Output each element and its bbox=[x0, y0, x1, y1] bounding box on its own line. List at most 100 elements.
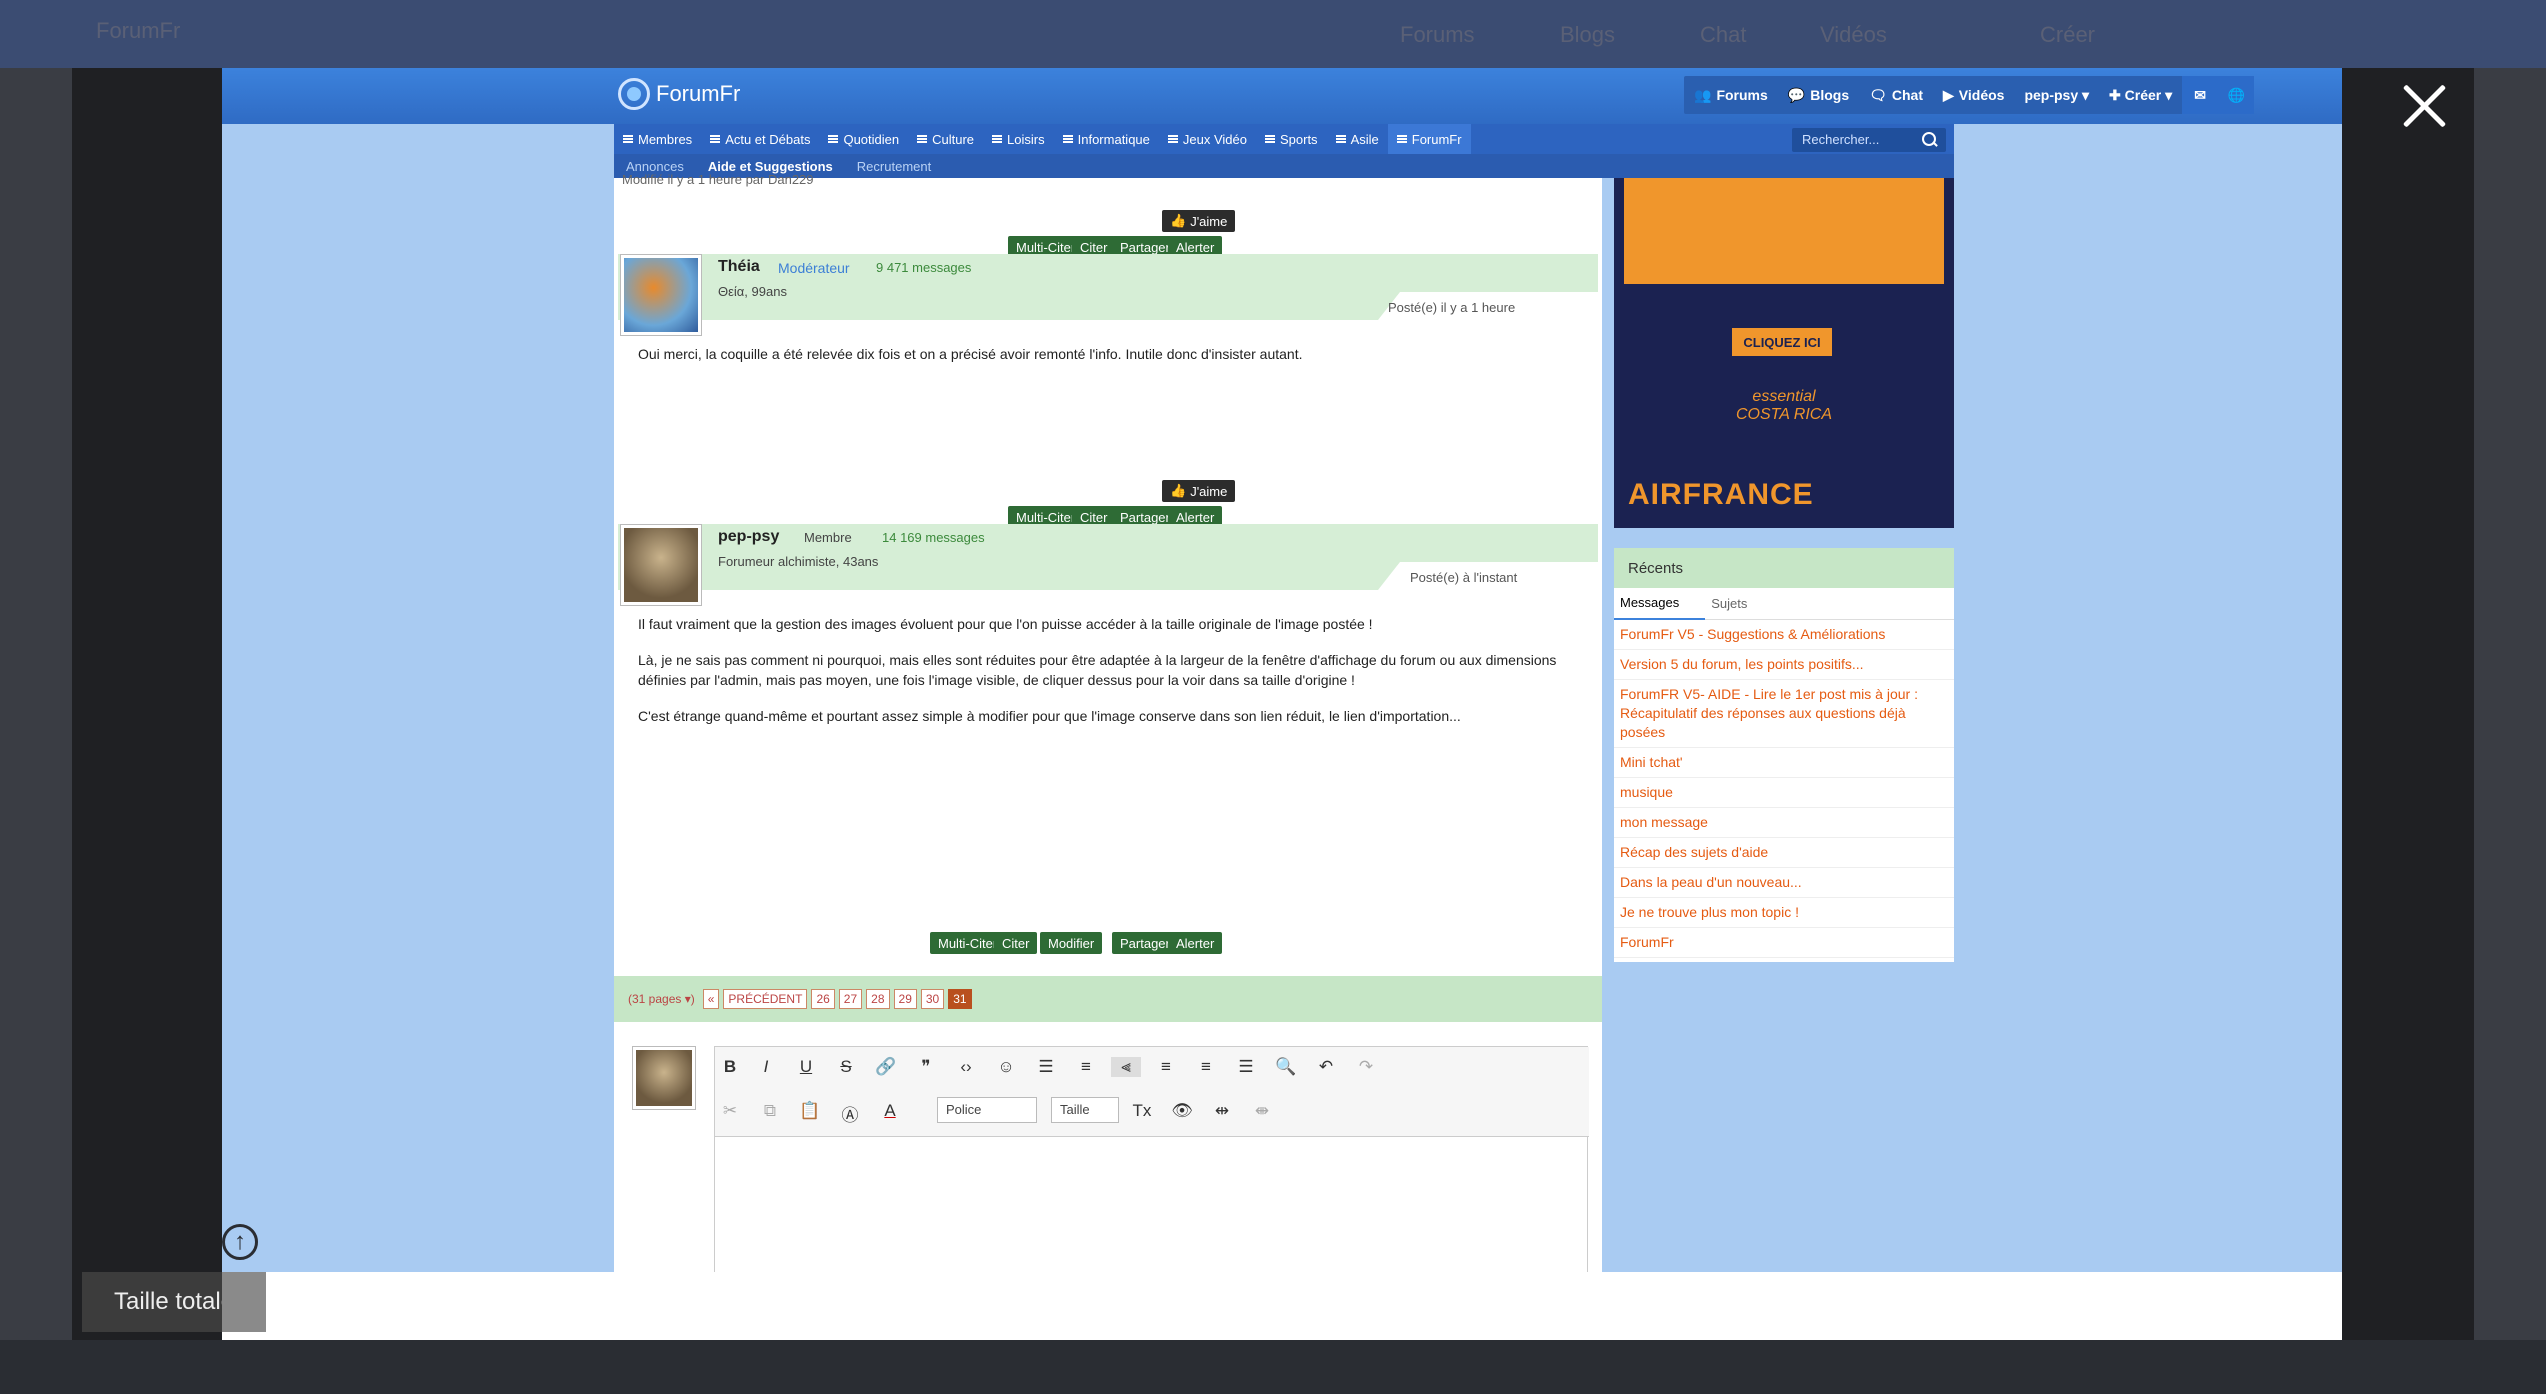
post-date[interactable]: Posté(e) il y a 1 heure bbox=[1388, 300, 1515, 315]
page-count[interactable]: (31 pages ▾) bbox=[628, 992, 695, 1006]
message-count[interactable]: 9 471 messages bbox=[876, 260, 971, 275]
menu-icon bbox=[1396, 135, 1407, 143]
post-author[interactable]: Théia bbox=[718, 258, 760, 276]
align-right-icon[interactable]: ≡ bbox=[1191, 1057, 1221, 1077]
redo-icon[interactable]: ↷ bbox=[1351, 1057, 1381, 1077]
recent-link[interactable]: ForumFR V5- AIDE - Lire le 1er post mis … bbox=[1614, 680, 1954, 748]
avatar[interactable] bbox=[620, 254, 702, 336]
first-page-link[interactable]: « bbox=[702, 989, 720, 1009]
paste-icon[interactable]: 📋 bbox=[795, 1101, 825, 1121]
tab-sujets[interactable]: Sujets bbox=[1705, 596, 1773, 611]
underline-icon[interactable]: U bbox=[791, 1057, 821, 1077]
numbered-list-icon[interactable]: ≡ bbox=[1071, 1057, 1101, 1077]
cat-loisirs[interactable]: Loisirs bbox=[983, 124, 1054, 154]
cat-asile[interactable]: Asile bbox=[1327, 124, 1388, 154]
cat-informatique[interactable]: Informatique bbox=[1054, 124, 1159, 154]
size-select[interactable]: Taille bbox=[1051, 1097, 1119, 1123]
recent-link[interactable]: Version 5 du forum, les points positifs.… bbox=[1614, 650, 1954, 680]
mail-icon[interactable]: ✉ bbox=[2182, 76, 2219, 114]
menu-icon bbox=[828, 135, 839, 143]
nav-videos[interactable]: ▶ Vidéos bbox=[1933, 76, 2014, 114]
recent-link[interactable]: Dans la peau d'un nouveau... bbox=[1614, 868, 1954, 898]
full-size-button[interactable]: Taille totale bbox=[82, 1272, 266, 1332]
tab-messages[interactable]: Messages bbox=[1614, 588, 1706, 620]
ad-cta-button[interactable]: CLIQUEZ ICI bbox=[1732, 328, 1832, 356]
page-link[interactable]: 29 bbox=[893, 989, 917, 1009]
recent-link[interactable]: Mini tchat' bbox=[1614, 748, 1954, 778]
remove-format-icon[interactable]: Tx bbox=[1127, 1101, 1157, 1121]
message-count[interactable]: 14 169 messages bbox=[882, 530, 985, 545]
page-link[interactable]: 26 bbox=[811, 989, 835, 1009]
quote-icon[interactable]: ❞ bbox=[911, 1057, 941, 1077]
insert-row-icon[interactable]: ⇹ bbox=[1207, 1101, 1237, 1121]
recent-link[interactable]: ForumFr bbox=[1614, 928, 1954, 958]
nav-blogs[interactable]: 💬 Blogs bbox=[1778, 76, 1859, 114]
cat-quotidien[interactable]: Quotidien bbox=[819, 124, 908, 154]
italic-icon[interactable]: I bbox=[751, 1057, 781, 1077]
code-icon[interactable]: ‹› bbox=[951, 1057, 981, 1077]
like-button[interactable]: 👍 J'aime bbox=[1162, 210, 1236, 232]
cat-forumfr[interactable]: ForumFr bbox=[1387, 124, 1471, 154]
cat-culture[interactable]: Culture bbox=[908, 124, 983, 154]
bold-icon[interactable]: B bbox=[715, 1057, 745, 1077]
background-header bbox=[0, 0, 2546, 68]
page-link[interactable]: 28 bbox=[866, 989, 890, 1009]
undo-icon[interactable]: ↶ bbox=[1311, 1057, 1341, 1077]
page-link[interactable]: 30 bbox=[920, 989, 945, 1009]
scroll-top-icon[interactable]: ↑ bbox=[222, 1224, 258, 1260]
reply-editor: B I U S 🔗 ❞ ‹› ☺ ☰ ≡ ⫷ ≡ ≡ ☰ 🔍 ↶ ↷ ✂ ⧉ 📋 bbox=[714, 1046, 1589, 1272]
menu-icon bbox=[1167, 135, 1178, 143]
reply-avatar bbox=[632, 1046, 696, 1110]
cat-sports[interactable]: Sports bbox=[1256, 124, 1327, 154]
cat-jeux-video[interactable]: Jeux Vidéo bbox=[1159, 124, 1256, 154]
nav-create[interactable]: ✚ Créer ▾ bbox=[2099, 76, 2182, 114]
close-icon[interactable] bbox=[2398, 80, 2450, 132]
background-logo: ForumFr bbox=[96, 18, 181, 43]
quote-button[interactable]: Citer bbox=[994, 932, 1038, 954]
copy-icon[interactable]: ⧉ bbox=[755, 1101, 785, 1121]
justify-icon[interactable]: ☰ bbox=[1231, 1057, 1261, 1077]
user-meta: Forumeur alchimiste, 43ans bbox=[718, 554, 879, 569]
avatar[interactable] bbox=[620, 524, 702, 606]
text-color-icon[interactable]: A bbox=[875, 1101, 905, 1121]
edit-button[interactable]: Modifier bbox=[1040, 932, 1103, 954]
nav-user-menu[interactable]: pep-psy ▾ bbox=[2014, 76, 2099, 114]
post-author[interactable]: pep-psy bbox=[718, 528, 779, 546]
site-logo[interactable]: ForumFr bbox=[618, 78, 740, 110]
like-button[interactable]: 👍 J'aime bbox=[1162, 480, 1236, 502]
page-link[interactable]: 27 bbox=[838, 989, 863, 1009]
recent-link[interactable]: Je ne trouve plus mon topic ! bbox=[1614, 898, 1954, 928]
bullet-list-icon[interactable]: ☰ bbox=[1031, 1057, 1061, 1077]
font-select[interactable]: Police bbox=[937, 1097, 1037, 1123]
alert-button[interactable]: Alerter bbox=[1168, 932, 1223, 954]
globe-icon[interactable]: 🌐 bbox=[2218, 76, 2255, 114]
recent-link[interactable]: ForumFr V5 - Suggestions & Améliorations bbox=[1614, 620, 1954, 650]
background-color-icon[interactable]: Ⓐ bbox=[835, 1101, 865, 1126]
cat-actu[interactable]: Actu et Débats bbox=[701, 124, 819, 154]
menu-icon bbox=[1062, 135, 1073, 143]
nav-forums[interactable]: 👥 Forums bbox=[1684, 76, 1778, 114]
eye-icon[interactable]: 👁 bbox=[1167, 1101, 1197, 1121]
nav-chat[interactable]: 🗨 Chat bbox=[1859, 76, 1933, 114]
subnav-recrutement[interactable]: Recrutement bbox=[845, 159, 943, 174]
advertisement[interactable]: CLIQUEZ ICI essential COSTA RICA AIRFRAN… bbox=[1614, 178, 1954, 528]
align-center-icon[interactable]: ≡ bbox=[1151, 1057, 1181, 1077]
post-body: Il faut vraiment que la gestion des imag… bbox=[638, 616, 1557, 724]
cat-membres[interactable]: Membres bbox=[614, 124, 701, 154]
recent-link[interactable]: mon message bbox=[1614, 808, 1954, 838]
recent-link[interactable]: Récap des sujets d'aide bbox=[1614, 838, 1954, 868]
remove-row-icon[interactable]: ⇼ bbox=[1247, 1101, 1277, 1121]
topic-content: Modifié il y a 1 heure par Dan229 👍 J'aim… bbox=[614, 172, 1602, 1272]
cut-icon[interactable]: ✂ bbox=[715, 1101, 745, 1121]
logo-icon bbox=[618, 78, 650, 110]
post-date[interactable]: Posté(e) à l'instant bbox=[1410, 570, 1517, 585]
preview-icon[interactable]: 🔍 bbox=[1271, 1057, 1301, 1077]
strikethrough-icon[interactable]: S bbox=[831, 1057, 861, 1077]
search-icon[interactable] bbox=[1920, 131, 1938, 149]
align-left-icon[interactable]: ⫷ bbox=[1111, 1057, 1141, 1077]
link-icon[interactable]: 🔗 bbox=[871, 1057, 901, 1077]
background-nav-forums: Forums bbox=[1400, 22, 1475, 47]
recent-link[interactable]: musique bbox=[1614, 778, 1954, 808]
previous-page-link[interactable]: PRÉCÉDENT bbox=[723, 989, 808, 1009]
emoji-icon[interactable]: ☺ bbox=[991, 1057, 1021, 1077]
